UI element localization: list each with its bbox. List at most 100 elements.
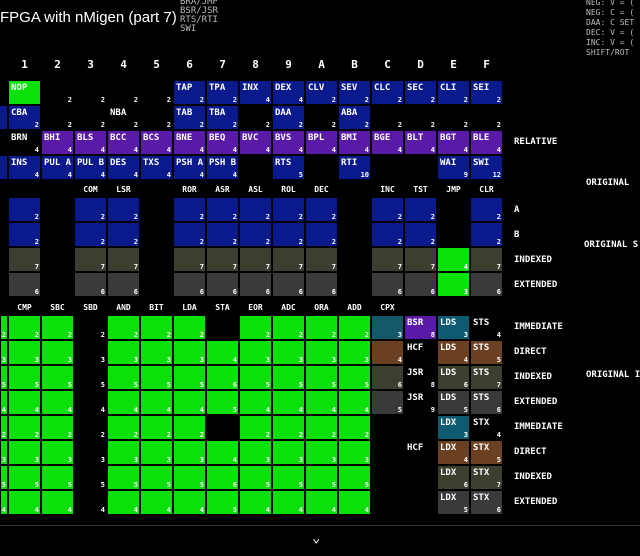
cycle-count: 2 [430,238,435,246]
opcode-mnemonic: BPL [308,133,325,143]
cycle-count: 2 [199,431,204,439]
opcode-mnemonic: BCS [143,133,160,143]
cycle-count: 2 [67,121,72,129]
cycle-count: 7 [496,263,501,271]
chevron-down-icon[interactable]: ⌄ [312,530,320,546]
opcode-cell: 5 [74,365,107,390]
cycle-count: 5 [1,381,6,389]
addressing-label: DIRECT [514,447,547,457]
opcode-mnemonic: PSH A [176,158,204,168]
cycle-count: 2 [133,238,138,246]
opcode-mnemonic: SEC [407,83,424,93]
cycle-count: 2 [34,238,39,246]
cycle-count: 9 [463,171,468,179]
opcode-mnemonic: BLS [77,133,94,143]
opcode-cell [371,490,404,515]
cycle-count: 4 [34,506,39,514]
opcode-mnemonic: BVC [242,133,259,143]
opcode-cell: LDX 5 [437,490,470,515]
column-header: 6 [186,58,193,71]
cycle-count: 4 [199,146,204,154]
column-mnemonic: SBC [50,303,65,312]
opcode-cell: 4 [305,390,338,415]
opcode-cell: 4 [0,390,8,415]
cycle-count: 4 [298,96,303,104]
opcode-cell: 2 [8,415,41,440]
opcode-cell: 2 [0,315,8,340]
opcode-cell: STX 6 [470,490,503,515]
branch-notes: BRA/JMP BSR/JSR RTS/RTI SWI [180,0,218,34]
cycle-count: 2 [397,96,402,104]
opcode-cell: LDS 4 [437,340,470,365]
cycle-count: 3 [34,356,39,364]
cycle-count: 2 [34,331,39,339]
opcode-cell: 3 [338,340,371,365]
addressing-label: IMMEDIATE [514,422,563,432]
cycle-count: 2 [430,121,435,129]
cycle-count: 2 [232,238,237,246]
cycle-count: 2 [364,331,369,339]
opcode-cell: BGE 4 [371,130,404,155]
opcode-cell: ABA 2 [338,105,371,130]
cycle-count: 6 [232,288,237,296]
opcode-cell: CLI 2 [437,80,470,105]
cycle-count: 12 [492,171,501,179]
cycle-count: 7 [34,263,39,271]
cycle-count: 7 [331,263,336,271]
opcode-cell: 3 [140,440,173,465]
opcode-cell: 3 [272,340,305,365]
opcode-cell: 7 [305,247,338,272]
column-mnemonic: INC [380,185,395,194]
opcode-cell: 5 [107,365,140,390]
opcode-mnemonic: LDX [440,468,457,478]
addressing-label: IMMEDIATE [514,322,563,332]
column-mnemonic: DEC [314,185,329,194]
cycle-count: 4 [133,146,138,154]
opcode-cell: 5 [0,365,8,390]
opcode-mnemonic: CLI [440,83,457,93]
cycle-count: 4 [265,406,270,414]
opcode-cell: 3 [338,440,371,465]
cycle-count: 4 [199,406,204,414]
cycle-count: 4 [298,406,303,414]
opcode-mnemonic: SEV [341,83,358,93]
opcode-cell: 2 [107,415,140,440]
cycle-count: 3 [265,456,270,464]
column-header: 1 [21,58,28,71]
opcode-mnemonic: LDS [440,318,457,328]
opcode-mnemonic: BRN [11,133,28,143]
opcode-cell: 6 [404,272,437,297]
cycle-count: 4 [100,146,105,154]
opcode-cell: 2 [41,415,74,440]
cycle-count: 4 [463,456,468,464]
opcode-cell: 5 [140,365,173,390]
cycle-count: 2 [331,238,336,246]
cycle-count: 2 [34,121,39,129]
opcode-cell: 4 [239,490,272,515]
column-mnemonic: ADD [347,303,362,312]
opcode-cell: 4 [239,390,272,415]
cycle-count: 2 [463,96,468,104]
opcode-mnemonic: BGT [440,133,457,143]
cycle-count: 2 [100,238,105,246]
cycle-count: 2 [199,121,204,129]
opcode-cell: 2 [173,315,206,340]
opcode-cell: 2 [140,415,173,440]
addressing-label: INDEXED [514,372,552,382]
opcode-cell: 2 [173,415,206,440]
opcode-cell: 2 [140,315,173,340]
column-mnemonic: LDA [182,303,197,312]
opcode-cell: BVS 4 [272,130,305,155]
opcode-cell: 2 [206,222,239,247]
cycle-count: 2 [199,213,204,221]
opcode-cell: STS 6 [470,390,503,415]
column-mnemonic: TST [413,185,428,194]
column-mnemonic: STA [215,303,230,312]
cycle-count: 4 [67,506,72,514]
opcode-cell: HCF [404,340,437,365]
cycle-count: 3 [166,356,171,364]
opcode-cell: 5 [206,490,239,515]
cycle-count: 4 [199,171,204,179]
cycle-count: 6 [463,381,468,389]
column-mnemonic: LSR [116,185,131,194]
